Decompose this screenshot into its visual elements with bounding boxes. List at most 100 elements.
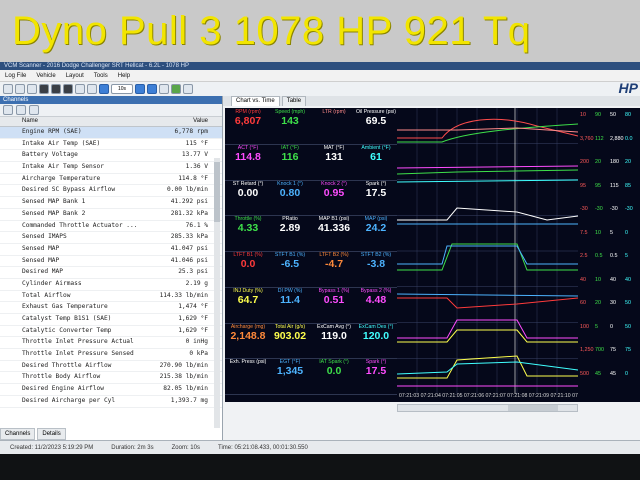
scale-label: -30	[625, 206, 633, 212]
tab-channels[interactable]: Channels	[0, 428, 36, 440]
tab-table[interactable]: Table	[281, 96, 307, 106]
channel-row[interactable]: Catalytic Converter Temp 1,629 °F	[0, 326, 222, 338]
gauge[interactable]: MAP B1 (psi) 41.336	[313, 216, 355, 235]
gauge[interactable]: MAP (psi) 24.2	[355, 216, 397, 235]
gauge[interactable]: STFT B1 (%) -6.5	[269, 252, 311, 271]
gauge-label: Bypass 2 (%)	[360, 287, 392, 294]
channel-row[interactable]: Desired MAP 25.3 psi	[0, 267, 222, 279]
vehicle-icon[interactable]	[39, 84, 49, 94]
gauge-strip: Aircharge (mg) 2,148.8 Total Air (g/s) 903.…	[225, 323, 397, 360]
gauge-strip: ST Retard (°) 0.00 Knock 1 (°) 0.80 Knock 2 …	[225, 180, 397, 217]
gauge[interactable]: IAT (°F) 116	[269, 145, 311, 164]
gauge[interactable]: EGT (°F) 1,345	[269, 359, 311, 378]
settings-icon[interactable]	[87, 84, 97, 94]
zoom-select[interactable]: 10s	[111, 84, 133, 94]
gauge[interactable]: ACT (°F) 114.8	[227, 145, 269, 164]
channels-scrollbar[interactable]	[214, 158, 220, 428]
gauge[interactable]: PRatio 2.89	[269, 216, 311, 235]
gauge[interactable]: MAT (°F) 131	[313, 145, 355, 164]
zoom-fit-icon[interactable]	[159, 84, 169, 94]
channel-row[interactable]: Desired Aircharge per Cyl 1,393.7 mg	[0, 396, 222, 408]
gauge[interactable]: Oil Pressure (psi) 69.5	[355, 109, 397, 128]
gauge[interactable]: Throttle (%) 4.33	[227, 216, 269, 235]
menu-help[interactable]: Help	[113, 73, 135, 79]
channel-row[interactable]: Desired Engine Airflow 82.05 lb/min	[0, 384, 222, 396]
channel-row[interactable]: Cylinder Airmass 2.19 g	[0, 279, 222, 291]
channel-add-icon[interactable]	[3, 105, 13, 115]
channel-row[interactable]: Intake Air Temp Sensor 1.36 V	[0, 162, 222, 174]
gauge[interactable]: Speed (mph) 143	[269, 109, 311, 128]
play-icon[interactable]	[99, 84, 109, 94]
save-icon[interactable]	[27, 84, 37, 94]
record-icon[interactable]	[63, 84, 73, 94]
menu-log-file[interactable]: Log File	[0, 73, 31, 79]
gauge[interactable]: Ambient (°F) 61	[355, 145, 397, 164]
gauge[interactable]: Spark (°) 17.5	[355, 359, 397, 378]
open-file-icon[interactable]	[15, 84, 25, 94]
zoom-in-icon[interactable]	[135, 84, 145, 94]
gauge[interactable]: Knock 1 (°) 0.80	[269, 181, 311, 200]
channel-row[interactable]: Total Airflow 114.33 lb/min	[0, 291, 222, 303]
col-name[interactable]: Name	[0, 117, 150, 126]
gauge[interactable]: LTFT B1 (%) 0.0	[227, 252, 269, 271]
channel-row[interactable]: Throttle Inlet Pressure Actual 0 inHg	[0, 337, 222, 350]
channel-row[interactable]: Intake Air Temp (SAE) 115 °F	[0, 139, 222, 151]
gauge[interactable]: DI PW (%) 11.4	[269, 288, 311, 307]
gauge[interactable]: ExCam Des (°) 120.0	[355, 324, 397, 343]
zoom-out-icon[interactable]	[147, 84, 157, 94]
layout-icon[interactable]	[183, 84, 193, 94]
channel-row[interactable]: Throttle Body Airflow 215.38 lb/min	[0, 372, 222, 385]
gauge[interactable]: Exh. Press (psi)	[227, 359, 269, 365]
channel-row[interactable]: Sensed MAP Bank 2 281.32 kPa	[0, 209, 222, 221]
channel-filter-icon[interactable]	[16, 105, 26, 115]
refresh-icon[interactable]	[171, 84, 181, 94]
gauge[interactable]: ExCam Avg (°) 119.0	[313, 324, 355, 343]
channel-row[interactable]: Sensed MAP Bank 1 41.292 psi	[0, 197, 222, 209]
channel-row[interactable]: Engine RPM (SAE) 6,778 rpm	[0, 127, 222, 139]
gauge[interactable]: ST Retard (°) 0.00	[227, 181, 269, 200]
col-value[interactable]: Value	[150, 117, 222, 126]
chart-scroll-thumb[interactable]	[508, 405, 558, 411]
channel-row[interactable]: Commanded Throttle Actuator ... 76.1 %	[0, 221, 222, 233]
menu-tools[interactable]: Tools	[89, 73, 113, 79]
status-duration: Duration: 2m 3s	[111, 444, 154, 451]
menu-layout[interactable]: Layout	[61, 73, 89, 79]
signal-trace	[397, 297, 578, 309]
vehicle-connect-icon[interactable]	[51, 84, 61, 94]
menu-vehicle[interactable]: Vehicle	[31, 73, 60, 79]
time-plot[interactable]	[397, 108, 578, 402]
channel-row[interactable]: Exhaust Gas Temperature 1,474 °F	[0, 302, 222, 314]
channel-row[interactable]: Aircharge Temperature 114.8 °F	[0, 174, 222, 186]
gauge[interactable]: INJ Duty (%) 64.7	[227, 288, 269, 307]
channel-row[interactable]: Sensed MAP 41.047 psi	[0, 244, 222, 256]
channel-row[interactable]: Sensed IMAPS 285.33 kPa	[0, 232, 222, 244]
channel-row[interactable]: Catalyst Temp B1S1 (SAE) 1,629 °F	[0, 314, 222, 326]
gauge[interactable]: STFT B2 (%) -3.8	[355, 252, 397, 271]
stop-icon[interactable]	[75, 84, 85, 94]
new-file-icon[interactable]	[3, 84, 13, 94]
channel-row[interactable]: Throttle Inlet Pressure Sensed 0 kPa	[0, 349, 222, 361]
gauge[interactable]: LTFT B2 (%) -4.7	[313, 252, 355, 271]
tab-details[interactable]: Details	[37, 428, 66, 440]
channel-row[interactable]: MAP Estimated (TP Model)2.69 inHg	[0, 408, 222, 409]
channel-row[interactable]: Battery Voltage 13.77 V	[0, 150, 222, 163]
gauge[interactable]: Aircharge (mg) 2,148.8	[227, 324, 269, 343]
chart-scrollbar[interactable]	[397, 404, 578, 412]
channel-row[interactable]: Sensed MAP 41.046 psi	[0, 256, 222, 268]
channel-name: Intake Air Temp (SAE)	[22, 139, 101, 147]
gauge[interactable]: RPM (rpm) 6,807	[227, 109, 269, 128]
gauge-value: 0.0	[326, 365, 342, 378]
channel-settings-icon[interactable]	[29, 105, 39, 115]
scale-label: 180	[610, 159, 619, 165]
tab-chart-vs-time[interactable]: Chart vs. Time	[231, 96, 280, 106]
channel-row[interactable]: Desired SC Bypass Airflow 0.00 lb/min	[0, 185, 222, 198]
gauge[interactable]: Knock 2 (°) 0.95	[313, 181, 355, 200]
gauge[interactable]: Bypass 1 (%) 0.51	[313, 288, 355, 307]
gauge[interactable]: Total Air (g/s) 903.02	[269, 324, 311, 343]
gauge[interactable]: LTR (rpm)	[313, 109, 355, 115]
gauge[interactable]: IAT Spark (°) 0.0	[313, 359, 355, 378]
gauge[interactable]: Bypass 2 (%) 4.48	[355, 288, 397, 307]
gauge[interactable]: Spark (°) 17.5	[355, 181, 397, 200]
channel-row[interactable]: Desired Throttle Airflow 270.90 lb/min	[0, 361, 222, 373]
scroll-thumb[interactable]	[214, 162, 220, 222]
